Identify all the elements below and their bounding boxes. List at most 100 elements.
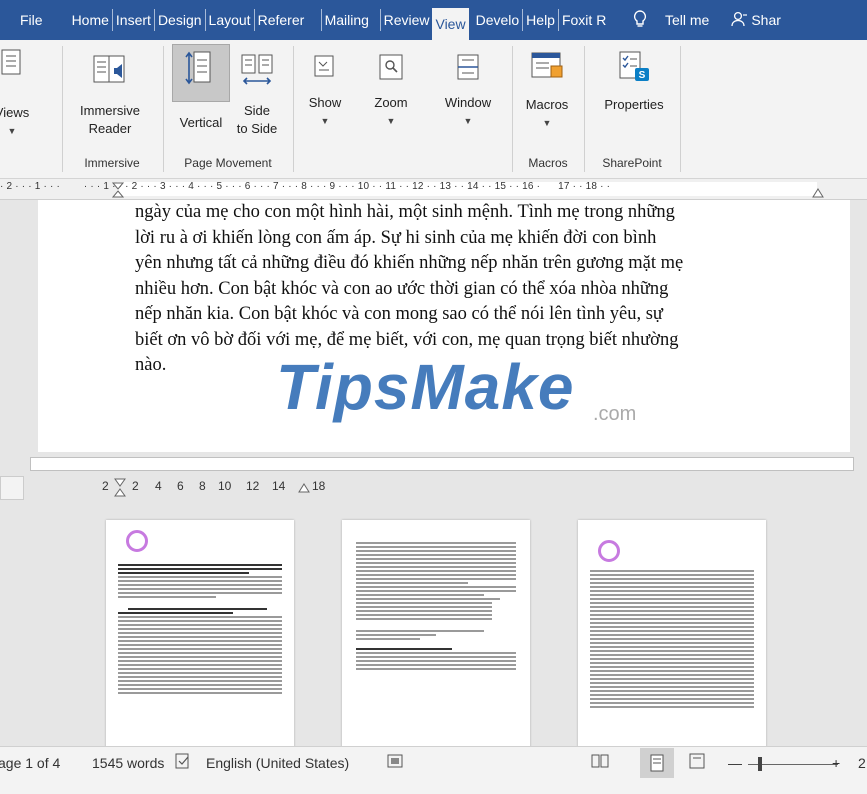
tab-separator	[111, 9, 113, 31]
mini-ruler-number: 4	[155, 479, 162, 493]
tab-insert[interactable]: Insert	[113, 0, 154, 40]
body-line: nhiều hơn. Con bật khóc và con ao ước th…	[135, 278, 669, 299]
read-mode-icon[interactable]	[590, 752, 610, 773]
tab-design[interactable]: Design	[155, 0, 205, 40]
show-button[interactable]: Show ▼	[300, 48, 350, 130]
lightbulb-icon	[633, 9, 647, 31]
zoom-percentage[interactable]: 2	[858, 755, 866, 771]
language-indicator[interactable]: English (United States)	[206, 755, 349, 771]
chevron-down-icon: ▼	[320, 116, 330, 126]
tab-developer[interactable]: Develo	[473, 0, 523, 40]
indent-marker-icon[interactable]	[111, 182, 125, 201]
logo-icon	[126, 530, 148, 552]
mini-ruler-number: 10	[218, 479, 232, 493]
web-layout-icon[interactable]	[688, 752, 706, 773]
immersive-reader-icon	[88, 48, 132, 92]
tab-separator	[204, 9, 206, 31]
group-divider	[62, 46, 63, 172]
mini-ruler-number: 14	[272, 479, 286, 493]
tab-separator	[557, 9, 559, 31]
watermark-suffix: .com	[593, 403, 637, 425]
svg-text:S: S	[639, 70, 646, 81]
zoom-label: Zoom	[374, 95, 408, 110]
page-count[interactable]: age 1 of 4	[0, 755, 60, 771]
views-icon	[0, 44, 30, 82]
tab-references[interactable]: Referer	[255, 0, 321, 40]
mini-ruler-number: 12	[246, 479, 260, 493]
tab-mailings[interactable]: Mailing	[322, 0, 380, 40]
views-button[interactable]: Views ▼	[0, 44, 32, 140]
tab-help[interactable]: Help	[523, 0, 558, 40]
zoom-slider-thumb[interactable]	[758, 757, 762, 771]
chevron-down-icon: ▼	[7, 126, 17, 136]
immersive-reader-button[interactable]: Immersive Reader	[74, 48, 146, 138]
tab-separator	[320, 9, 322, 31]
logo-icon	[598, 540, 620, 562]
group-divider	[293, 46, 294, 172]
ribbon-tab-bar: File Home Insert Design Layout Referer M…	[0, 0, 867, 40]
tab-home[interactable]: Home	[69, 0, 112, 40]
tab-file[interactable]: File	[0, 0, 69, 40]
document-page[interactable]: ngày của mẹ cho con một hình hài, một si…	[38, 200, 850, 452]
group-divider	[584, 46, 585, 172]
window-button[interactable]: Window ▼	[436, 48, 500, 130]
page-thumbnail-text	[342, 520, 530, 692]
page-thumbnail-2[interactable]	[342, 520, 530, 750]
proofing-icon[interactable]	[174, 752, 192, 773]
split-bar-handle[interactable]	[30, 457, 854, 471]
macro-recorder-icon[interactable]	[386, 752, 404, 773]
side-to-side-icon	[239, 48, 275, 92]
watermark-logo: TipsMake	[276, 351, 575, 423]
chevron-down-icon: ▼	[386, 116, 396, 126]
indent-marker-icon	[114, 478, 126, 501]
vertical-scrollbar[interactable]	[856, 200, 867, 452]
tell-me-label: Tell me	[664, 12, 710, 28]
tab-review[interactable]: Review	[381, 0, 433, 40]
right-indent-marker-icon[interactable]	[812, 186, 824, 201]
zoom-in-button[interactable]: +	[832, 755, 840, 771]
word-count[interactable]: 1545 words	[92, 755, 164, 771]
page-thumbnail-1[interactable]	[106, 520, 294, 750]
tab-separator	[153, 9, 155, 31]
show-label: Show	[308, 95, 342, 110]
zoom-button[interactable]: Zoom ▼	[366, 48, 416, 130]
ribbon: Views ▼ Immersive Reader Immersive Verti…	[0, 40, 867, 179]
side-to-side-button[interactable]: Side to Side	[232, 48, 282, 138]
tab-separator	[379, 9, 381, 31]
body-line: ngày của mẹ cho con một hình hài, một si…	[135, 202, 675, 222]
mini-ruler-number: 6	[177, 479, 184, 493]
vertical-icon	[179, 44, 223, 92]
tab-foxit-reader[interactable]: Foxit R	[559, 0, 623, 40]
group-divider	[680, 46, 681, 172]
zoom-out-button[interactable]: —	[728, 755, 742, 771]
macros-button[interactable]: Macros ▼	[516, 48, 578, 132]
tab-view[interactable]: View	[432, 8, 469, 40]
tab-separator	[522, 9, 524, 31]
group-label-macros: Macros	[528, 156, 568, 170]
group-label-immersive: Immersive	[84, 156, 140, 170]
share-button[interactable]: Shar	[731, 11, 781, 30]
properties-label: Properties	[604, 97, 664, 112]
macros-icon	[527, 48, 567, 86]
document-pane-top: ngày của mẹ cho con một hình hài, một si…	[0, 200, 867, 452]
mini-ruler-number: 2	[132, 479, 139, 493]
status-bar: age 1 of 4 1545 words English (United St…	[0, 746, 867, 794]
chevron-down-icon: ▼	[463, 116, 473, 126]
tab-layout[interactable]: Layout	[206, 0, 254, 40]
side-to-side-label-1: Side	[243, 103, 271, 118]
chevron-down-icon: ▼	[542, 118, 552, 128]
body-line: yên nhưng tất cả những điều đó khiến nhữ…	[135, 253, 684, 273]
properties-button[interactable]: S Properties	[590, 48, 678, 114]
tell-me-box[interactable]: Tell me	[633, 9, 710, 31]
window-label: Window	[444, 95, 492, 110]
page-thumbnail-3[interactable]	[578, 520, 766, 750]
immersive-reader-label-1: Immersive	[80, 103, 140, 118]
horizontal-ruler[interactable]: · 2 · · · 1 · · · · · · 1 · · · 2 · · · …	[0, 179, 867, 200]
immersive-reader-label-2: Reader	[88, 121, 132, 136]
mini-ruler-number: 18	[312, 479, 326, 493]
print-layout-button[interactable]	[640, 748, 674, 778]
vertical-label: Vertical	[179, 115, 223, 130]
vertical-button[interactable]: Vertical	[170, 44, 232, 132]
views-label: Views	[0, 105, 30, 120]
split-bar[interactable]	[0, 452, 867, 474]
